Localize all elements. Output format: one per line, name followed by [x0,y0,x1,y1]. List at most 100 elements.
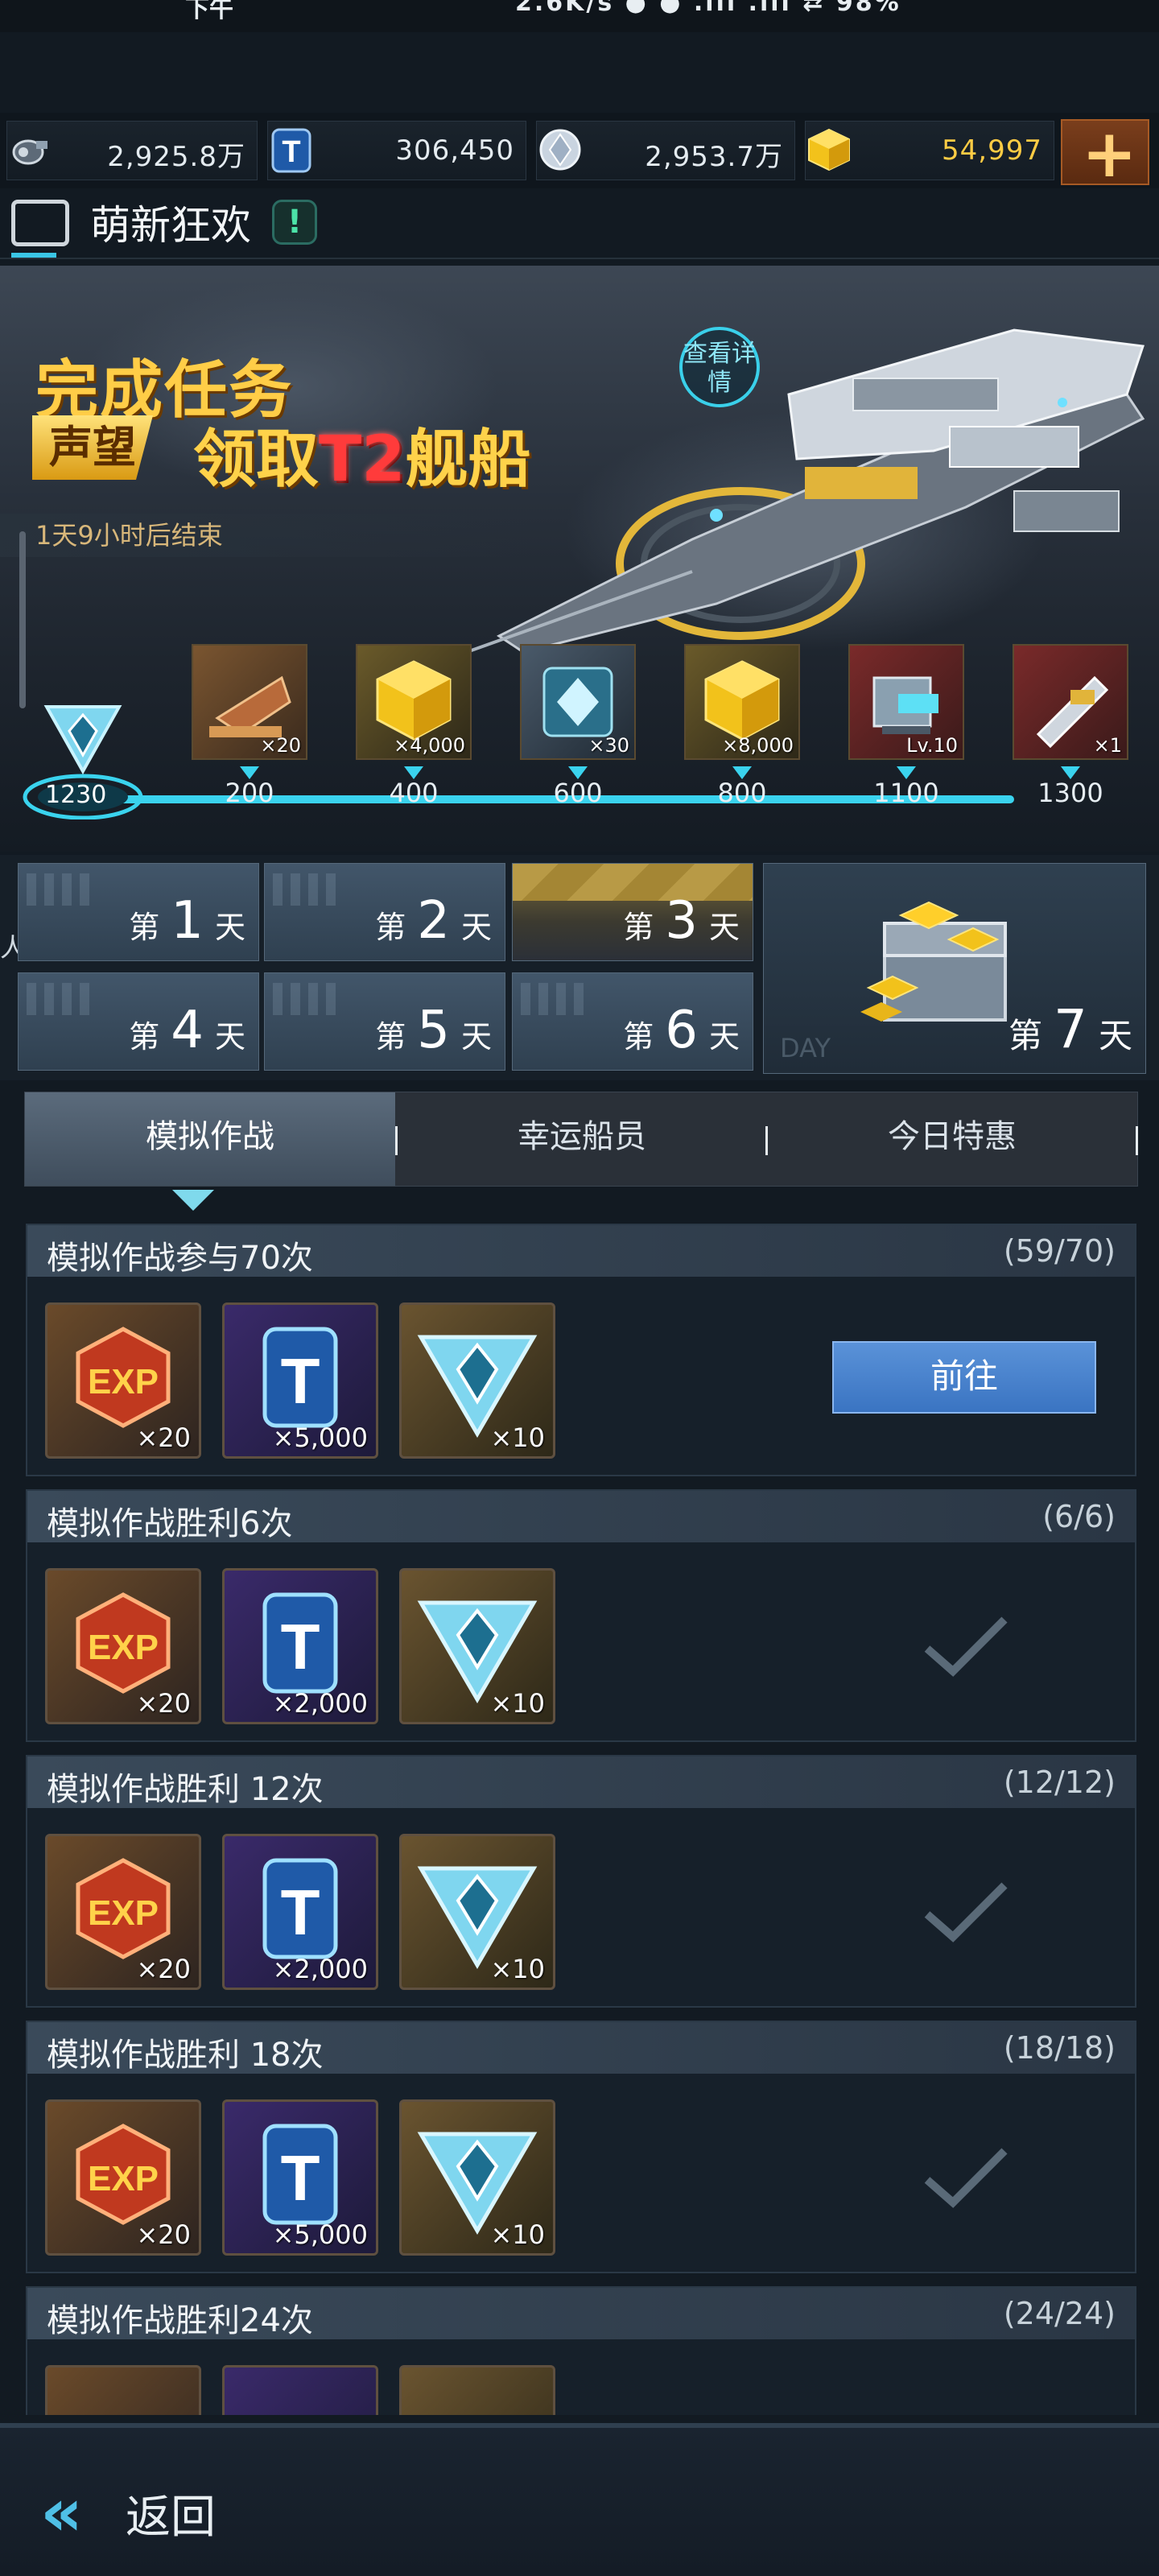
category-tabs: 模拟作战 幸运船员 今日特惠 [24,1092,1138,1187]
day-pattern [27,873,91,906]
task-title: 模拟作战胜利 12次 [47,1771,324,1808]
day-prefix: 第 [375,1019,406,1055]
milestone-reward-600[interactable]: ×30 [520,644,636,760]
milestone-reward-800[interactable]: ×8,000 [684,644,800,760]
task-item: 模拟作战胜利24次 (24/24) [26,2286,1136,2415]
currency-crystal[interactable]: 2,953.7万 [536,121,795,180]
task-list[interactable]: 模拟作战参与70次 (59/70) EXP ×20 T ×5,000 ×10 前往 模… [26,1224,1136,2415]
completed-check-icon [924,1616,1008,1677]
banner-title-t2: T2 [319,423,406,496]
currency-fuel-value: 2,925.8万 [107,141,245,173]
t-token-icon: T [271,128,311,173]
day-6-tab[interactable]: 第6天 [512,972,753,1071]
go-button[interactable]: 前往 [832,1341,1096,1414]
back-chevron-icon[interactable]: « [40,2475,83,2551]
exp-chip-label: EXP [88,2159,159,2198]
reward-qty: ×20 [136,1422,191,1453]
footer-divider [0,2423,1159,2428]
add-currency-button[interactable]: + [1061,116,1149,192]
currency-crystal-value: 2,953.7万 [645,141,783,173]
event-list-icon[interactable] [11,200,69,246]
reward-t-token[interactable]: T ×5,000 [222,2099,378,2256]
currency-t-token[interactable]: T 306,450 [267,121,526,180]
milestone-reward-400[interactable]: ×4,000 [356,644,472,760]
task-header: 模拟作战胜利 12次 (12/12) [27,1757,1135,1808]
tab-daily-deals[interactable]: 今日特惠 [767,1092,1137,1186]
t2-ship-image [466,328,1145,652]
reward-exp[interactable]: EXP ×20 [45,1302,201,1459]
day-number: 6 [665,1001,698,1060]
day-5-tab[interactable]: 第5天 [264,972,505,1071]
milestone-qty: ×30 [588,734,629,757]
milestone-qty: ×4,000 [394,734,465,757]
milestone-label: 600 [553,778,603,808]
day-prefix: 第 [623,1019,654,1055]
milestone-reward-1300[interactable]: ×1 [1013,644,1128,760]
reward-exp[interactable]: EXP ×20 [45,1834,201,1990]
reward-t-token[interactable]: T ×2,000 [222,1568,378,1724]
task-item: 模拟作战胜利 12次 (12/12) EXP ×20 T ×2,000 ×10 [26,1755,1136,2008]
day-pattern [273,873,337,906]
day-prefix: 第 [1008,1016,1042,1055]
crystal-icon [539,129,581,171]
reward-exp[interactable] [45,2365,201,2415]
gold-cube-icon [808,128,850,171]
tab-simulated-battle[interactable]: 模拟作战 [25,1092,395,1186]
task-header: 模拟作战胜利6次 (6/6) [27,1491,1135,1542]
reward-reputation[interactable]: ×10 [399,1834,555,1990]
milestone-label: 1300 [1037,778,1103,808]
event-icon-underline [11,253,56,258]
reward-qty: ×10 [490,1954,545,1984]
day-4-tab[interactable]: 第4天 [18,972,259,1071]
milestone-reward-200[interactable]: ×20 [192,644,307,760]
day-label: 第6天 [623,1001,740,1060]
day-2-tab[interactable]: 第2天 [264,863,505,961]
reward-exp[interactable]: EXP ×20 [45,1568,201,1724]
task-progress: (12/12) [1003,1765,1116,1800]
reward-reputation[interactable]: ×10 [399,1302,555,1459]
milestone-label: 1100 [873,778,939,808]
reward-t-token[interactable]: T ×5,000 [222,1302,378,1459]
view-details-button[interactable]: 查看详情 [679,327,760,407]
reward-exp[interactable]: EXP ×20 [45,2099,201,2256]
back-button[interactable]: 返回 [126,2481,216,2546]
reputation-badge: 声望 [32,415,153,480]
banner-title-line2-a: 领取 [193,423,320,496]
reward-reputation[interactable]: ×10 [399,1568,555,1724]
reward-qty: ×20 [136,1688,191,1719]
plus-icon: + [1082,116,1137,192]
reputation-current-value: 1230 [45,781,107,809]
day-1-tab[interactable]: 第1天 [18,863,259,961]
day-suffix: 天 [460,910,492,945]
t-token-label: T [281,1611,320,1682]
event-header: 萌新狂欢 ! [0,190,1159,259]
day-label: 第4天 [129,1001,245,1060]
currency-fuel[interactable]: 2,925.8万 [6,121,258,180]
bottom-bar: « 返回 [0,2423,1159,2576]
day-pattern [27,983,91,1015]
task-title: 模拟作战胜利24次 [47,2302,313,2339]
reward-reputation[interactable]: ×10 [399,2099,555,2256]
reward-qty: ×10 [490,1688,545,1719]
status-indicators: 2.6K/s ● ● .ill .ill ⇄ 98% [515,0,901,17]
task-progress: (6/6) [1042,1499,1116,1534]
exp-chip-label: EXP [88,1362,159,1402]
day-number: 1 [171,891,204,951]
reward-t-token[interactable] [222,2365,378,2415]
currency-gold[interactable]: 54,997 [805,121,1054,180]
reward-qty: ×5,000 [272,1422,368,1453]
day-3-tab[interactable]: 第3天 [512,863,753,961]
day-7-tab[interactable]: DAY 第7天 [763,863,1146,1074]
milestone-reward-1100[interactable]: Lv.10 [848,644,964,760]
day-number: 4 [171,1001,204,1060]
info-button[interactable]: ! [272,200,317,245]
tab-lucky-crew[interactable]: 幸运船员 [397,1092,767,1186]
reward-t-token[interactable]: T ×2,000 [222,1834,378,1990]
reward-reputation[interactable] [399,2365,555,2415]
day-number: 3 [665,891,698,951]
task-header: 模拟作战参与70次 (59/70) [27,1225,1135,1277]
t-token-label: T [281,1345,320,1417]
day-suffix: 天 [214,1019,245,1055]
task-progress: (59/70) [1003,1233,1116,1269]
milestone-label: 800 [717,778,767,808]
